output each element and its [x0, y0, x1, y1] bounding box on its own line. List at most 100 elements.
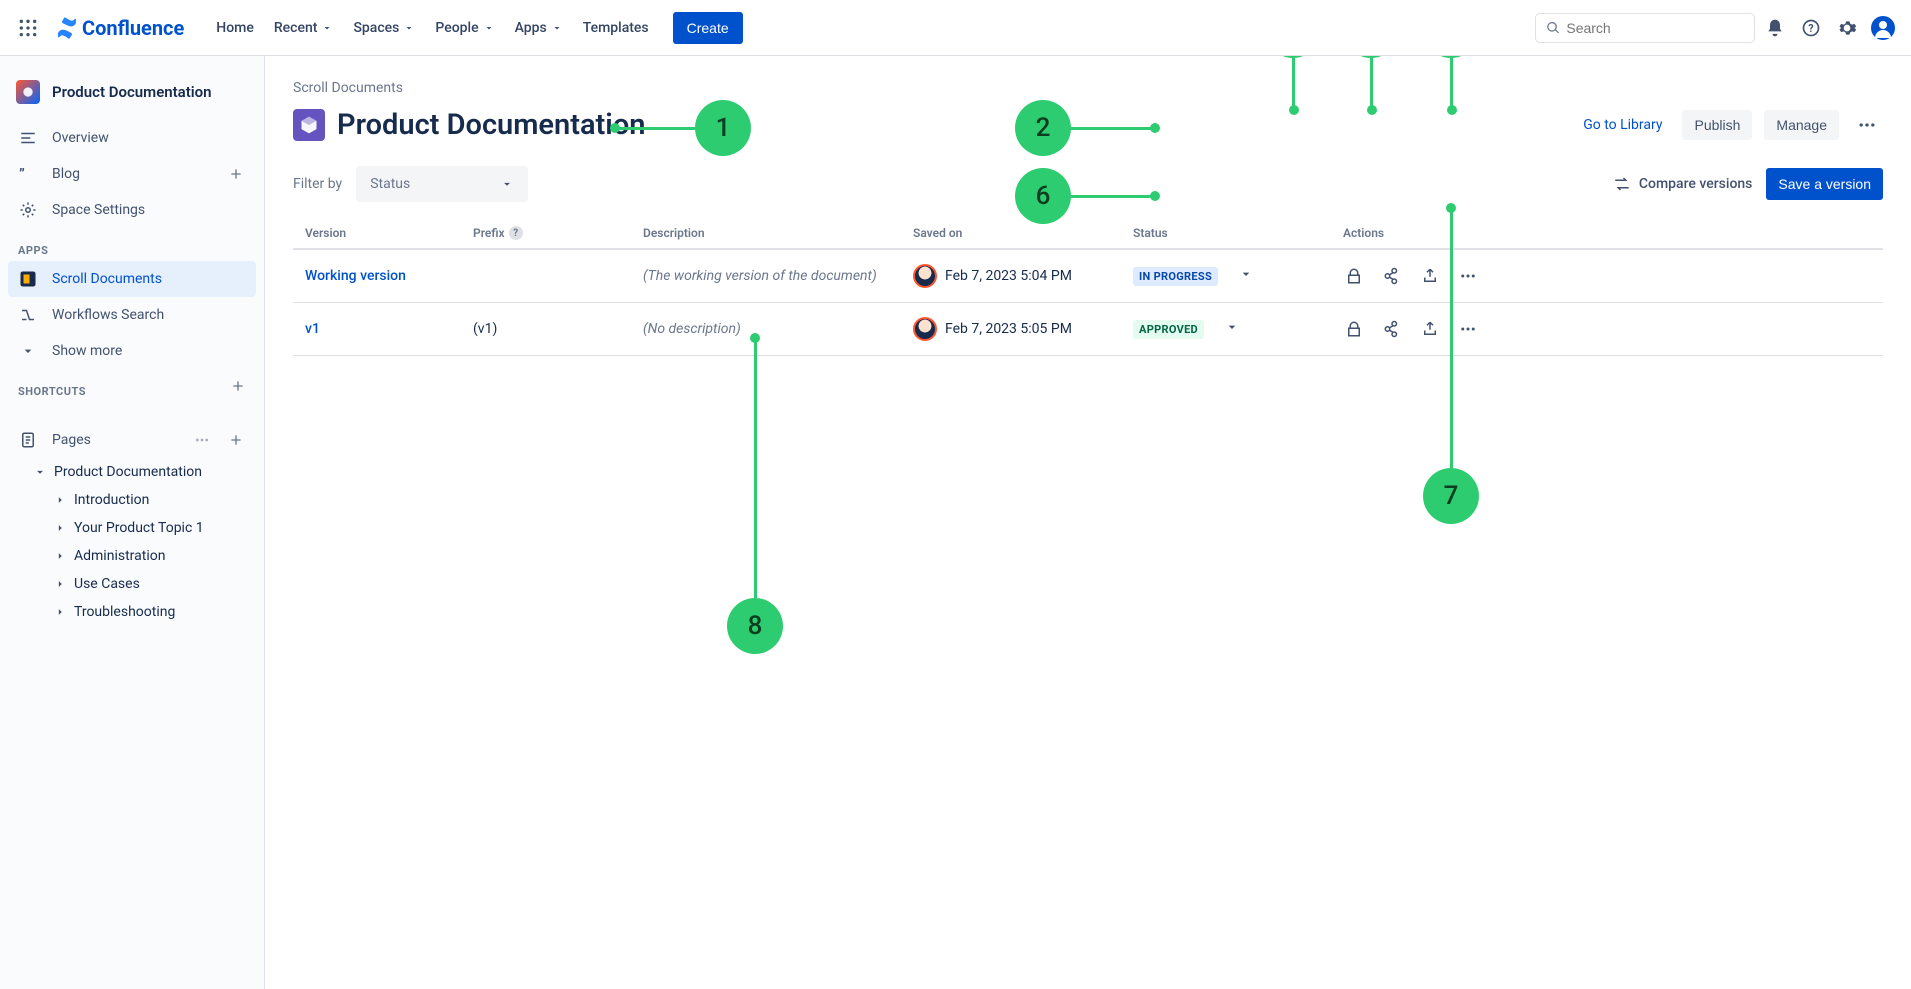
- space-icon: [16, 80, 40, 104]
- settings-gear-icon[interactable]: [1831, 12, 1863, 44]
- notifications-icon[interactable]: [1759, 12, 1791, 44]
- annotation-dot: [1367, 105, 1377, 115]
- status-cell: APPROVED: [1133, 319, 1343, 339]
- lock-icon[interactable]: [1343, 318, 1365, 340]
- nav-apps[interactable]: Apps: [507, 12, 571, 44]
- search-box[interactable]: [1535, 13, 1755, 43]
- author-avatar[interactable]: [913, 264, 937, 288]
- app-switcher-icon[interactable]: [12, 12, 44, 44]
- nav-templates[interactable]: Templates: [575, 12, 657, 44]
- compare-icon: [1613, 175, 1631, 193]
- annotation-dot: [1150, 191, 1160, 201]
- tree-item-administration[interactable]: Administration: [8, 542, 256, 570]
- breadcrumb[interactable]: Scroll Documents: [293, 80, 1883, 96]
- pages-icon: [18, 430, 38, 450]
- shortcuts-section-label: SHORTCUTS: [8, 369, 96, 402]
- add-page-icon[interactable]: [226, 430, 246, 450]
- search-input[interactable]: [1566, 20, 1744, 36]
- chevron-down-icon[interactable]: [32, 464, 48, 480]
- status-badge: IN PROGRESS: [1133, 267, 1218, 286]
- publish-button[interactable]: Publish: [1682, 110, 1752, 140]
- lock-icon[interactable]: [1343, 265, 1365, 287]
- chevron-right-icon[interactable]: [52, 576, 68, 592]
- saved-cell: Feb 7, 2023 5:05 PM: [913, 317, 1133, 341]
- chevron-down-icon: [18, 341, 38, 361]
- author-avatar[interactable]: [913, 317, 937, 341]
- annotation-line: [754, 338, 757, 598]
- annotation-dot: [1447, 105, 1457, 115]
- sidebar-space-settings[interactable]: Space Settings: [8, 192, 256, 228]
- profile-avatar-icon[interactable]: [1867, 12, 1899, 44]
- sidebar-blog[interactable]: ” Blog: [8, 156, 256, 192]
- sidebar-pages[interactable]: Pages: [8, 422, 256, 458]
- header-more-icon[interactable]: [1851, 109, 1883, 141]
- status-cell: IN PROGRESS: [1133, 266, 1343, 286]
- save-version-button[interactable]: Save a version: [1766, 168, 1883, 200]
- annotation-line: [1450, 208, 1453, 468]
- table-row: Working version (The working version of …: [293, 250, 1883, 303]
- export-icon[interactable]: [1419, 318, 1441, 340]
- go-to-library-link[interactable]: Go to Library: [1575, 111, 1670, 139]
- search-icon: [1546, 20, 1560, 36]
- tree-item-troubleshooting[interactable]: Troubleshooting: [8, 598, 256, 626]
- nav-home[interactable]: Home: [208, 12, 262, 44]
- status-filter-select[interactable]: Status: [356, 166, 528, 202]
- chevron-right-icon[interactable]: [52, 548, 68, 564]
- brand-text: Confluence: [82, 16, 184, 40]
- share-icon[interactable]: [1381, 265, 1403, 287]
- col-description-header: Description: [643, 226, 913, 240]
- description-cell: (No description): [643, 321, 913, 337]
- sidebar-overview[interactable]: Overview: [8, 120, 256, 156]
- share-icon[interactable]: [1381, 318, 1403, 340]
- sidebar-scroll-documents[interactable]: Scroll Documents: [8, 261, 256, 297]
- export-icon[interactable]: [1419, 265, 1441, 287]
- annotation-bubble-1: 1: [695, 100, 751, 156]
- document-header: Product Documentation Go to Library Publ…: [293, 108, 1883, 142]
- add-shortcut-icon[interactable]: [228, 376, 248, 396]
- versions-table: Version Prefix? Description Saved on Sta…: [293, 218, 1883, 356]
- main-content: Scroll Documents Product Documentation G…: [265, 56, 1911, 989]
- space-name: Product Documentation: [52, 83, 212, 101]
- compare-versions-link[interactable]: Compare versions: [1613, 175, 1753, 193]
- nav-recent[interactable]: Recent: [266, 12, 342, 44]
- chevron-right-icon[interactable]: [52, 520, 68, 536]
- col-prefix-header: Prefix?: [473, 226, 643, 240]
- version-link[interactable]: v1: [305, 321, 320, 337]
- apps-section-label: APPS: [8, 228, 256, 261]
- create-button[interactable]: Create: [673, 12, 743, 44]
- row-more-icon[interactable]: [1457, 318, 1479, 340]
- annotation-bubble-3: 3: [1265, 56, 1321, 58]
- annotation-dot: [750, 333, 760, 343]
- tree-item-introduction[interactable]: Introduction: [8, 486, 256, 514]
- workflows-icon: [18, 305, 38, 325]
- chevron-right-icon[interactable]: [52, 492, 68, 508]
- pages-more-icon[interactable]: [192, 430, 212, 450]
- status-badge: APPROVED: [1133, 320, 1204, 339]
- annotation-line: [615, 127, 695, 130]
- svg-text:?: ?: [1808, 22, 1813, 35]
- tree-root[interactable]: Product Documentation: [8, 458, 256, 486]
- sidebar-show-more[interactable]: Show more: [8, 333, 256, 369]
- annotation-dot: [1150, 123, 1160, 133]
- help-icon[interactable]: ?: [509, 226, 523, 240]
- annotation-dot: [610, 123, 620, 133]
- sidebar: Product Documentation Overview ” Blog Sp…: [0, 56, 265, 989]
- status-dropdown-icon[interactable]: [1238, 266, 1254, 286]
- space-header[interactable]: Product Documentation: [8, 72, 256, 112]
- version-link[interactable]: Working version: [305, 268, 406, 284]
- sidebar-workflows-search[interactable]: Workflows Search: [8, 297, 256, 333]
- annotation-line: [1071, 127, 1155, 130]
- annotation-bubble-6: 6: [1015, 168, 1071, 224]
- add-blog-icon[interactable]: [226, 164, 246, 184]
- tree-item-usecases[interactable]: Use Cases: [8, 570, 256, 598]
- manage-button[interactable]: Manage: [1764, 110, 1839, 140]
- nav-spaces[interactable]: Spaces: [345, 12, 423, 44]
- row-more-icon[interactable]: [1457, 265, 1479, 287]
- chevron-right-icon[interactable]: [52, 604, 68, 620]
- status-dropdown-icon[interactable]: [1224, 319, 1240, 339]
- help-icon[interactable]: ?: [1795, 12, 1827, 44]
- col-version-header: Version: [293, 226, 473, 240]
- nav-people[interactable]: People: [427, 12, 502, 44]
- tree-item-topic1[interactable]: Your Product Topic 1: [8, 514, 256, 542]
- confluence-logo[interactable]: Confluence: [48, 16, 192, 40]
